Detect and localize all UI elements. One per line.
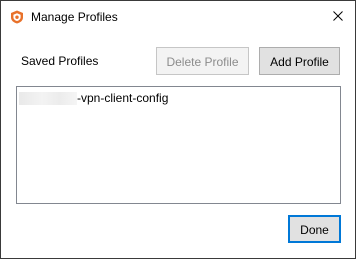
- add-profile-button[interactable]: Add Profile: [259, 47, 340, 75]
- profiles-list[interactable]: -vpn-client-config: [16, 86, 341, 204]
- close-button[interactable]: [321, 1, 355, 33]
- title-bar: Manage Profiles: [1, 1, 355, 33]
- list-item[interactable]: -vpn-client-config: [19, 90, 168, 106]
- saved-profiles-label: Saved Profiles: [21, 54, 99, 68]
- done-button[interactable]: Done: [288, 215, 341, 243]
- close-icon: [333, 10, 343, 24]
- manage-profiles-dialog: Manage Profiles Saved Profiles Delete Pr…: [0, 0, 356, 259]
- shield-logo-icon: [10, 10, 24, 24]
- redacted-prefix: [19, 91, 77, 105]
- profile-name: -vpn-client-config: [77, 90, 169, 105]
- window-title: Manage Profiles: [31, 10, 118, 24]
- delete-profile-button[interactable]: Delete Profile: [156, 47, 249, 75]
